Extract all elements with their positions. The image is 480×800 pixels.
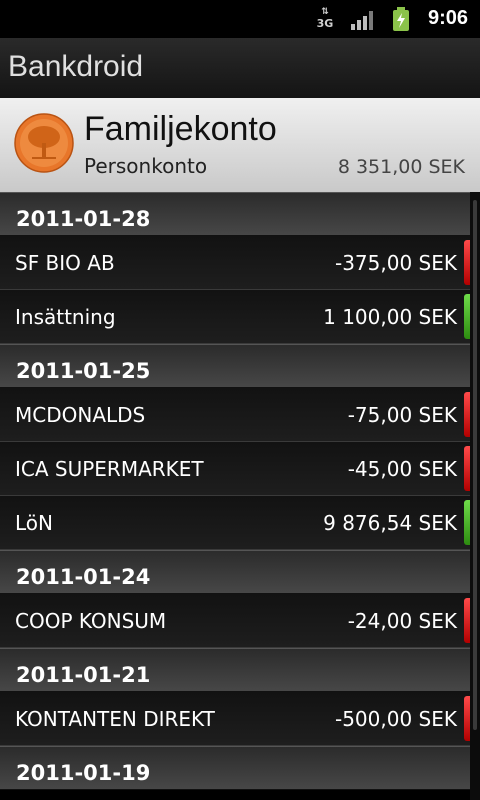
- transaction-row[interactable]: LöN 9 876,54 SEK: [0, 496, 470, 550]
- battery-charging-icon: [393, 7, 409, 31]
- date-label: 2011-01-24: [16, 565, 151, 589]
- bank-logo-icon: [14, 113, 74, 173]
- account-type: Personkonto: [84, 154, 208, 178]
- date-label: 2011-01-28: [16, 207, 151, 231]
- scrollbar-thumb[interactable]: [473, 200, 477, 730]
- date-header: 2011-01-21: [0, 648, 470, 692]
- transaction-amount: 9 876,54 SEK: [323, 511, 457, 535]
- network-3g-icon: ⇅ 3G: [316, 7, 334, 30]
- transaction-row[interactable]: KONTANTEN DIREKT -500,00 SEK: [0, 692, 470, 746]
- clock: 9:06: [428, 7, 469, 29]
- app-title-bar: Bankdroid: [0, 38, 480, 99]
- transaction-description: SF BIO AB: [15, 251, 115, 275]
- date-label: 2011-01-21: [16, 663, 151, 687]
- transaction-description: KONTANTEN DIREKT: [15, 707, 215, 731]
- date-header: 2011-01-28: [0, 192, 470, 236]
- account-header[interactable]: Familjekonto Personkonto 8 351,00 SEK: [0, 98, 480, 193]
- account-name: Familjekonto: [84, 110, 277, 148]
- date-label: 2011-01-19: [16, 761, 151, 785]
- date-header: 2011-01-19: [0, 746, 470, 790]
- transaction-row[interactable]: COOP KONSUM -24,00 SEK: [0, 594, 470, 648]
- date-header: 2011-01-24: [0, 550, 470, 594]
- transaction-amount: 1 100,00 SEK: [323, 305, 457, 329]
- transaction-description: Insättning: [15, 305, 116, 329]
- status-bar: ⇅ 3G 9:06: [0, 0, 480, 38]
- transaction-amount: -24,00 SEK: [347, 609, 457, 633]
- transaction-description: LöN: [15, 511, 53, 535]
- signal-bars-icon: [351, 11, 373, 30]
- transaction-row[interactable]: ICA SUPERMARKET -45,00 SEK: [0, 442, 470, 496]
- date-label: 2011-01-25: [16, 359, 151, 383]
- date-header: 2011-01-25: [0, 344, 470, 388]
- transaction-amount: -45,00 SEK: [347, 457, 457, 481]
- transaction-list[interactable]: 2011-01-28 SF BIO AB -375,00 SEK Insättning…: [0, 192, 470, 800]
- transaction-row[interactable]: Insättning 1 100,00 SEK: [0, 290, 470, 344]
- transaction-amount: -375,00 SEK: [334, 251, 457, 275]
- account-balance: 8 351,00 SEK: [337, 156, 465, 178]
- transaction-description: MCDONALDS: [15, 403, 146, 427]
- transaction-amount: -500,00 SEK: [334, 707, 457, 731]
- scrollbar[interactable]: [470, 192, 480, 800]
- transaction-description: COOP KONSUM: [15, 609, 167, 633]
- transaction-row[interactable]: MCDONALDS -75,00 SEK: [0, 388, 470, 442]
- transaction-row[interactable]: SF BIO AB -375,00 SEK: [0, 236, 470, 290]
- transaction-description: ICA SUPERMARKET: [15, 457, 204, 481]
- transaction-amount: -75,00 SEK: [347, 403, 457, 427]
- app-title: Bankdroid: [8, 50, 144, 83]
